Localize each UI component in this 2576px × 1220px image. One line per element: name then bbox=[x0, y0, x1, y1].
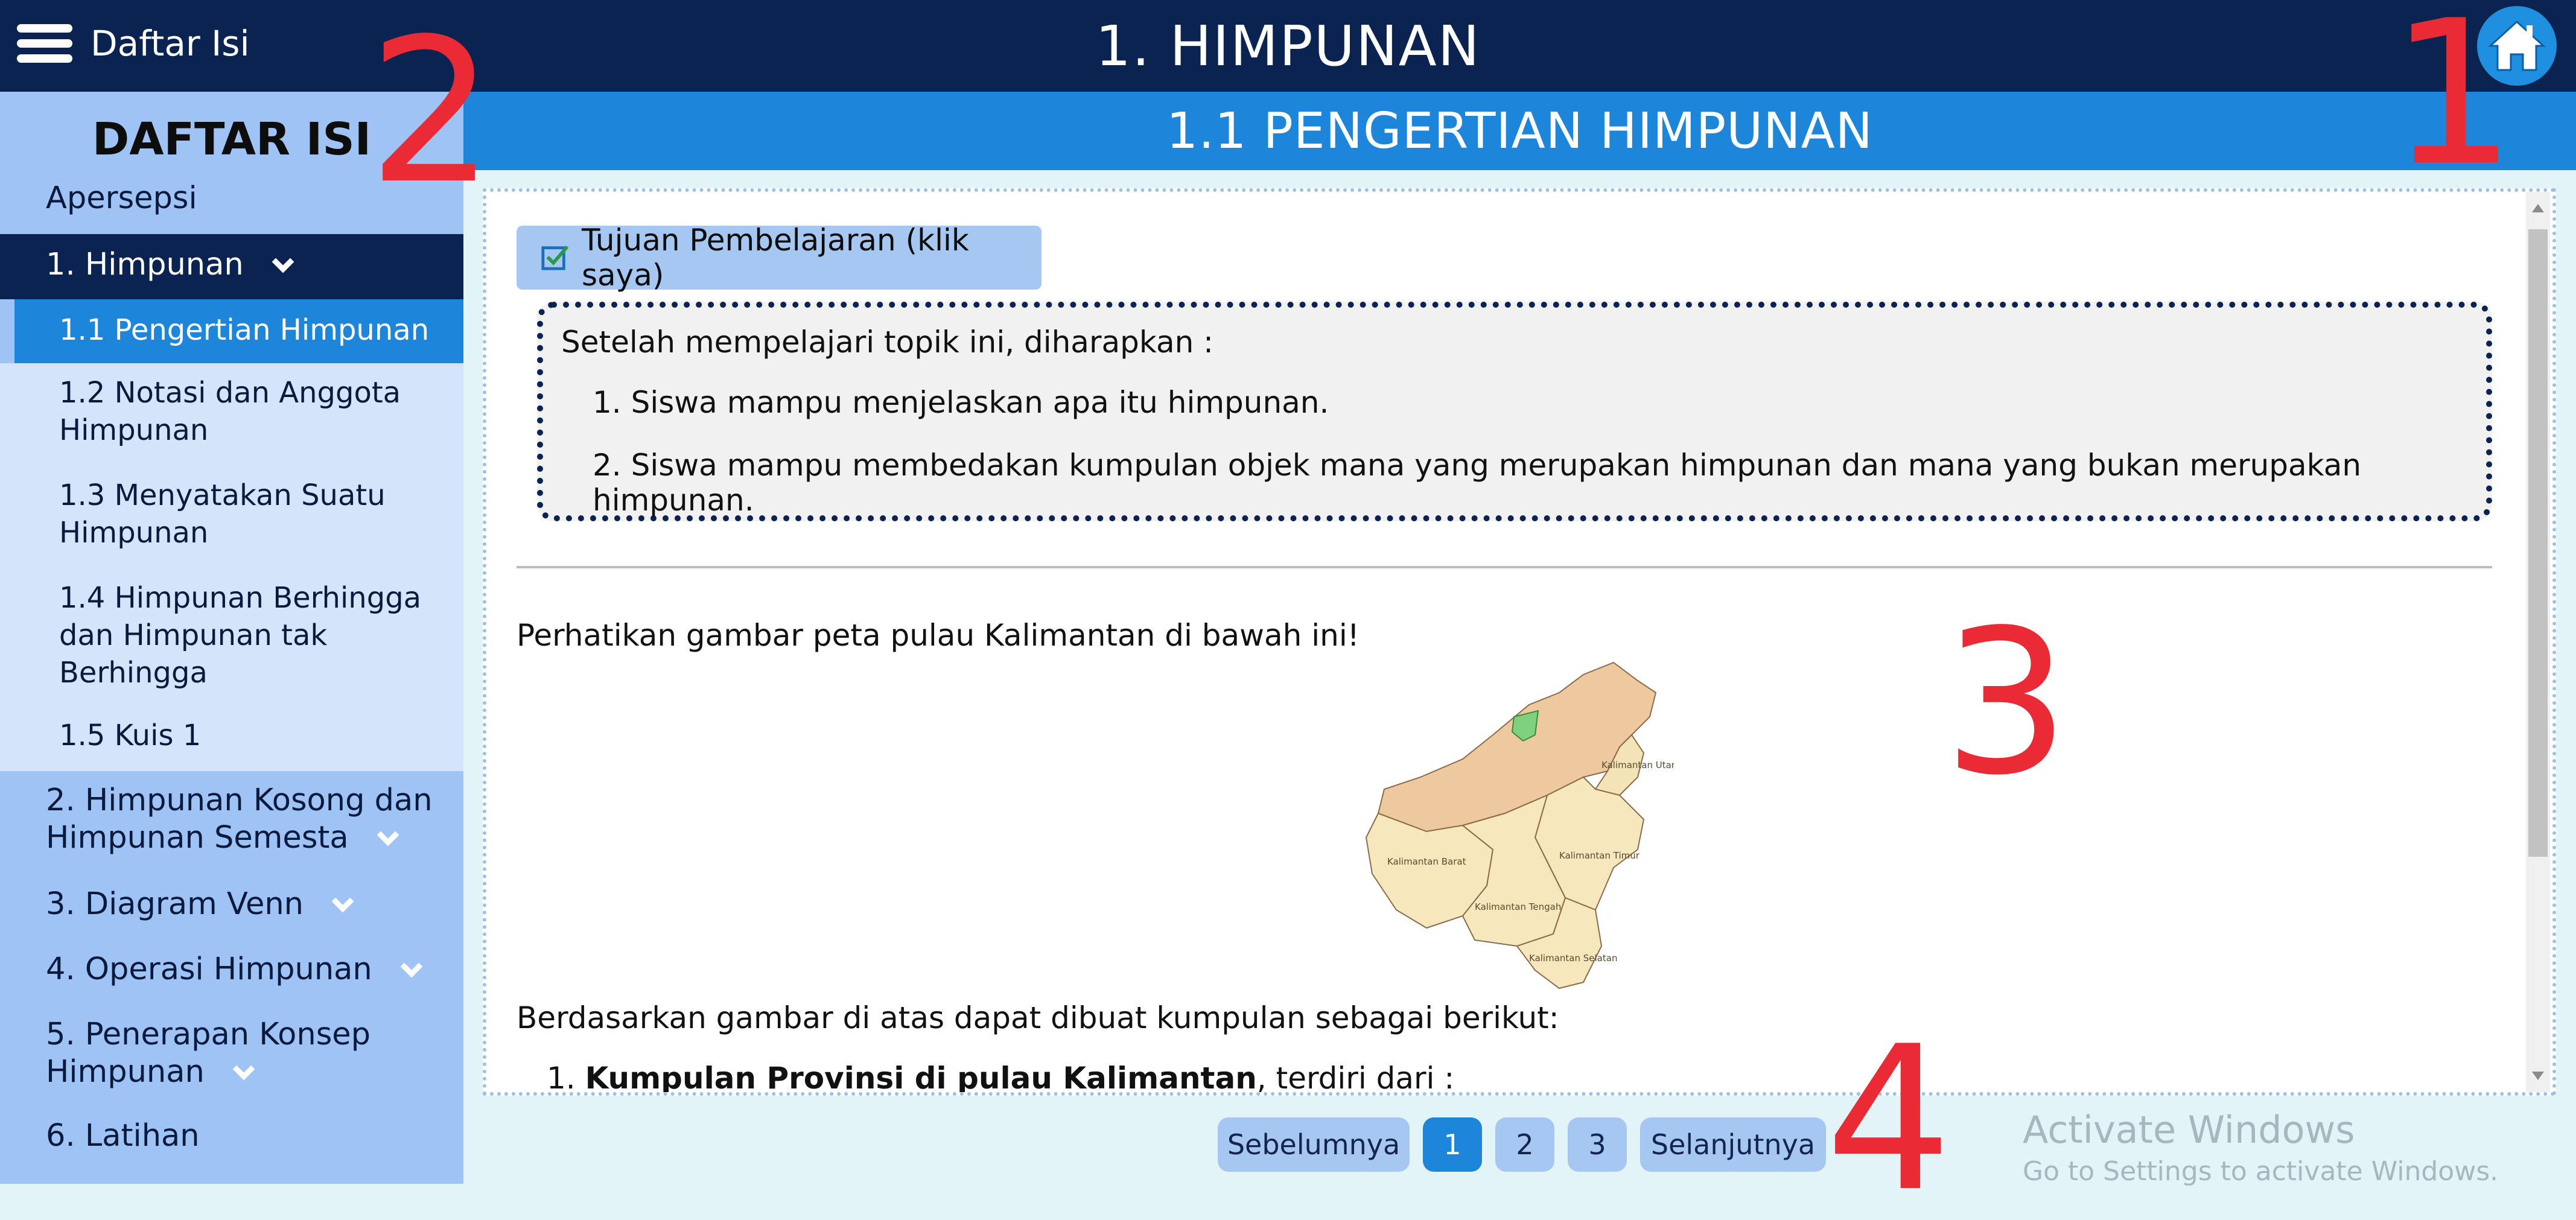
sidebar-item-label: 1.4 Himpunan Berhingga dan Himpunan tak … bbox=[59, 581, 422, 690]
sidebar-item-menyatakan[interactable]: 1.3 Menyatakan Suatu Himpunan bbox=[0, 466, 463, 568]
list-item: 1. Kumpulan Provinsi di pulau Kalimantan… bbox=[547, 1061, 1455, 1096]
list-item-number: 1. bbox=[547, 1061, 576, 1096]
annotation-number: 3 bbox=[1943, 587, 2070, 819]
sidebar-item-pengertian-himpunan[interactable]: 1.1 Pengertian Himpunan bbox=[14, 299, 463, 363]
map-label: Kalimantan Timur bbox=[1559, 850, 1640, 861]
list-item-bold: Kumpulan Provinsi di pulau Kalimantan bbox=[585, 1061, 1257, 1096]
page-button-2[interactable]: 2 bbox=[1495, 1117, 1554, 1172]
scroll-up-arrow-icon[interactable] bbox=[2532, 204, 2544, 212]
sidebar-item-label: 4. Operasi Himpunan bbox=[46, 952, 372, 987]
scroll-thumb[interactable] bbox=[2528, 229, 2548, 857]
checkbox-icon bbox=[541, 245, 569, 270]
annotation-number: 4 bbox=[1825, 1003, 1952, 1220]
goal-item: 1. Siswa mampu menjelaskan apa itu himpu… bbox=[593, 385, 1329, 420]
chevron-down-icon bbox=[377, 824, 399, 847]
watermark-title: Activate Windows bbox=[2023, 1108, 2355, 1152]
sidebar-item-latihan[interactable]: 6. Latihan bbox=[0, 1109, 463, 1174]
list-item-rest: , terdiri dari : bbox=[1256, 1061, 1455, 1096]
map-label: Kalimantan Selatan bbox=[1529, 953, 1617, 964]
sidebar-item-penerapan[interactable]: 5. Penerapan Konsep Himpunan bbox=[0, 1005, 463, 1109]
sidebar-item-berhingga[interactable]: 1.4 Himpunan Berhingga dan Himpunan tak … bbox=[0, 568, 463, 707]
goals-list: 1. Siswa mampu menjelaskan apa itu himpu… bbox=[561, 385, 2486, 518]
sidebar-item-diagram-venn[interactable]: 3. Diagram Venn bbox=[0, 875, 463, 940]
sidebar-item-label: 6. Latihan bbox=[46, 1118, 200, 1154]
chevron-down-icon bbox=[400, 955, 423, 978]
sidebar-item-kuis-1[interactable]: 1.5 Kuis 1 bbox=[0, 707, 463, 771]
chevron-down-icon bbox=[331, 890, 354, 913]
learning-goals-box: Setelah mempelajari topik ini, diharapka… bbox=[537, 302, 2492, 521]
sidebar-item-label: 1.2 Notasi dan Anggota Himpunan bbox=[59, 376, 401, 447]
pagination: Sebelumnya 1 2 3 Selanjutnya bbox=[1218, 1117, 1826, 1172]
kalimantan-map-image: Kalimantan Utara Kalimantan Barat Kalima… bbox=[1365, 661, 1674, 990]
page-button-1[interactable]: 1 bbox=[1423, 1117, 1482, 1172]
goals-intro: Setelah mempelajari topik ini, diharapka… bbox=[561, 325, 1214, 360]
sidebar-item-label: Apersepsi bbox=[46, 180, 197, 216]
previous-button[interactable]: Sebelumnya bbox=[1218, 1117, 1410, 1172]
sidebar-item-operasi[interactable]: 4. Operasi Himpunan bbox=[0, 940, 463, 1005]
sidebar-item-label: 3. Diagram Venn bbox=[46, 886, 304, 922]
chevron-down-icon bbox=[232, 1058, 255, 1081]
sidebar: DAFTAR ISI Apersepsi 1. Himpunan 1.1 Pen… bbox=[0, 92, 463, 1184]
section-title: 1.1 PENGERTIAN HIMPUNAN bbox=[463, 92, 2576, 170]
content-panel: Tujuan Pembelajaran (klik saya) Setelah … bbox=[483, 188, 2556, 1096]
scroll-down-arrow-icon[interactable] bbox=[2532, 1072, 2544, 1080]
annotation-number: 2 bbox=[368, 0, 495, 227]
divider bbox=[517, 566, 2492, 568]
sidebar-item-notasi[interactable]: 1.2 Notasi dan Anggota Himpunan bbox=[0, 363, 463, 466]
sidebar-item-label: 1. Himpunan bbox=[46, 247, 244, 282]
sidebar-item-label: 1.5 Kuis 1 bbox=[59, 719, 202, 752]
map-intro-text: Perhatikan gambar peta pulau Kalimantan … bbox=[517, 618, 1360, 653]
sidebar-item-himpunan-kosong[interactable]: 2. Himpunan Kosong dan Himpunan Semesta bbox=[0, 771, 463, 875]
map-label: Kalimantan Barat bbox=[1387, 856, 1466, 867]
sidebar-item-label: 5. Penerapan Konsep Himpunan bbox=[46, 1017, 371, 1090]
chevron-down-icon bbox=[272, 250, 294, 273]
learning-goals-button[interactable]: Tujuan Pembelajaran (klik saya) bbox=[517, 223, 1042, 293]
sidebar-item-label: 2. Himpunan Kosong dan Himpunan Semesta bbox=[46, 783, 433, 856]
after-map-text: Berdasarkan gambar di atas dapat dibuat … bbox=[517, 1000, 1559, 1035]
annotation-number: 1 bbox=[2390, 0, 2516, 209]
page-button-3[interactable]: 3 bbox=[1568, 1117, 1627, 1172]
sidebar-item-himpunan[interactable]: 1. Himpunan bbox=[0, 234, 463, 299]
sidebar-item-label: 1.3 Menyatakan Suatu Himpunan bbox=[59, 478, 386, 550]
goal-item: 2. Siswa mampu membedakan kumpulan objek… bbox=[593, 448, 2362, 518]
next-button[interactable]: Selanjutnya bbox=[1640, 1117, 1826, 1172]
watermark-subtitle: Go to Settings to activate Windows. bbox=[2023, 1156, 2499, 1187]
sidebar-item-label: 1.1 Pengertian Himpunan bbox=[59, 313, 430, 347]
learning-goals-label: Tujuan Pembelajaran (klik saya) bbox=[581, 223, 969, 293]
map-label: Kalimantan Utara bbox=[1601, 760, 1674, 770]
map-label: Kalimantan Tengah bbox=[1475, 901, 1561, 912]
scrollbar[interactable] bbox=[2526, 192, 2550, 1092]
